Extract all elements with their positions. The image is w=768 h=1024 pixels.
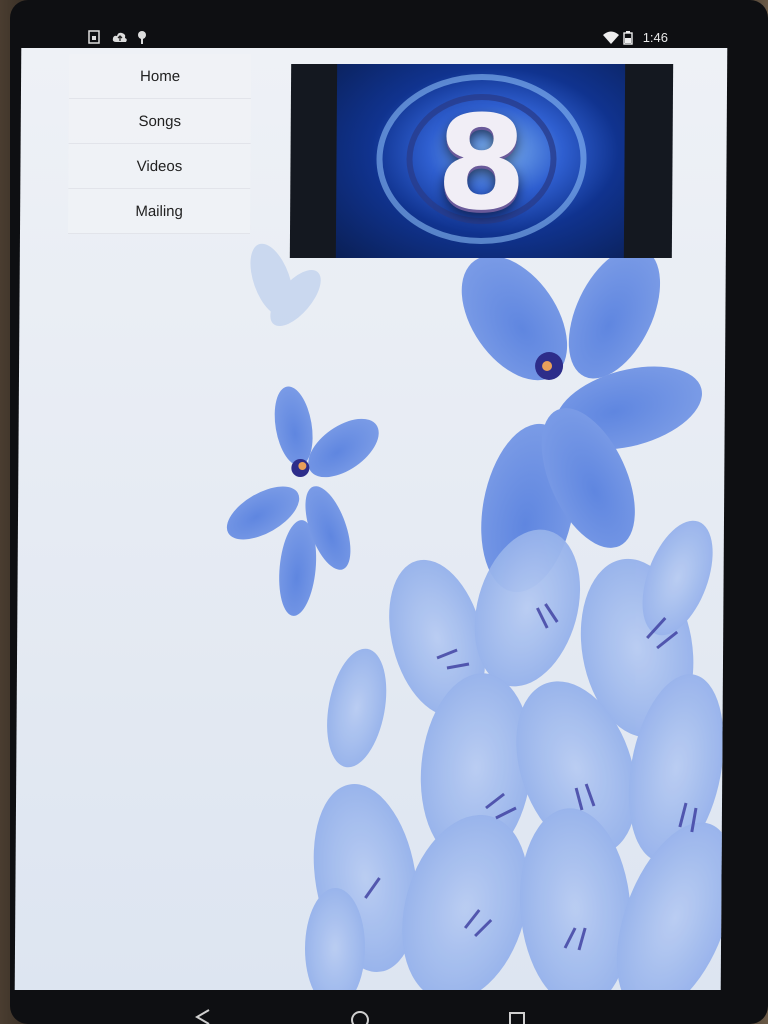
menu-item-label: Videos (136, 157, 183, 175)
wifi-icon (602, 31, 619, 45)
sim-card-icon (88, 30, 102, 44)
video-number-overlay: 8 (435, 87, 528, 239)
menu-item-label: Songs (138, 112, 182, 130)
status-bar: 1:46 (74, 26, 674, 48)
app-screen: Home Songs Videos Mailing 8 (14, 48, 728, 990)
video-player[interactable]: 8 (289, 64, 674, 258)
usb-icon (136, 30, 150, 44)
status-time: 1:46 (642, 30, 668, 45)
menu-item-label: Mailing (135, 202, 183, 220)
back-icon[interactable] (190, 1000, 216, 1024)
home-icon[interactable] (347, 1000, 373, 1024)
side-menu: Home Songs Videos Mailing (67, 54, 252, 234)
recents-icon[interactable] (504, 1000, 530, 1024)
battery-icon (622, 30, 637, 45)
menu-item-videos[interactable]: Videos (68, 144, 251, 189)
cloud-upload-icon (112, 30, 127, 44)
navigation-bar (130, 1000, 590, 1024)
menu-item-home[interactable]: Home (68, 54, 252, 99)
video-frame: 8 (335, 64, 626, 258)
menu-item-label: Home (140, 67, 181, 85)
menu-item-songs[interactable]: Songs (68, 99, 251, 144)
menu-item-mailing[interactable]: Mailing (67, 189, 251, 234)
